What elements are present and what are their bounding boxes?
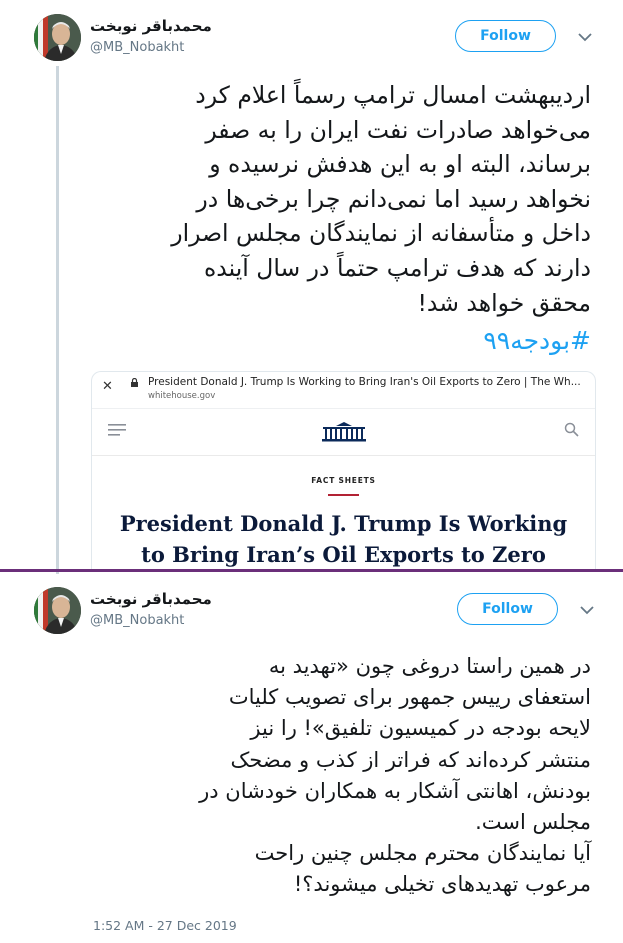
- chevron-down-icon[interactable]: [580, 605, 594, 615]
- tweet-text-line: بودنش، اهانتی آشکار به همکاران خودشان در: [199, 778, 591, 803]
- tweet-text: در همین راستا دروغی چون «تهدید به استعفا…: [199, 651, 591, 901]
- divider: [92, 455, 595, 456]
- tweet-text-line: اردیبهشت امسال ترامپ رسماً اعلام کرد: [195, 81, 591, 109]
- site-header: [92, 409, 595, 453]
- card-headline-line: to Bring Iran’s Oil Exports to Zero: [141, 542, 546, 567]
- screenshot-separator: [0, 569, 623, 572]
- card-browser-title: President Donald J. Trump Is Working to …: [148, 376, 581, 388]
- browser-bar: ✕ President Donald J. Trump Is Working t…: [92, 372, 595, 409]
- tweet-text-line: لایحه بودجه در کمیسیون تلفیق»! را نیز: [250, 716, 591, 741]
- avatar[interactable]: [34, 587, 81, 634]
- close-icon: ✕: [102, 379, 113, 394]
- author-name[interactable]: محمدباقر نوبخت: [90, 590, 212, 608]
- card-headline-line: President Donald J. Trump Is Working: [119, 511, 568, 536]
- tweet-text-line: دارند که هدف ترامپ حتماً در سال آینده: [204, 253, 591, 282]
- hashtag-link[interactable]: #بودجه۹۹: [483, 326, 591, 355]
- author-name[interactable]: محمدباقر نوبخت: [90, 17, 212, 35]
- author-handle[interactable]: @MB_Nobakht: [90, 613, 184, 628]
- chevron-down-icon[interactable]: [578, 32, 592, 42]
- tweet-timestamp[interactable]: 1:52 AM - 27 Dec 2019: [93, 918, 237, 933]
- tweet-1: محمدباقر نوبخت @MB_Nobakht Follow اردیبه…: [0, 0, 623, 574]
- follow-button[interactable]: Follow: [455, 20, 556, 52]
- tweet-text-line: در همین راستا دروغی چون «تهدید به: [268, 654, 591, 678]
- tweet-text-line: مجلس است.: [475, 810, 591, 835]
- tweet-text: اردیبهشت امسال ترامپ رسماً اعلام کرد می‌…: [171, 78, 591, 320]
- link-card[interactable]: ✕ President Donald J. Trump Is Working t…: [91, 371, 596, 572]
- white-house-logo-icon: [322, 422, 366, 442]
- tweet-2: محمدباقر نوبخت @MB_Nobakht Follow در همی…: [0, 573, 623, 943]
- tweet-text-line: نخواهد رسید اما نمی‌دانم چرا برخی‌ها در: [196, 184, 591, 213]
- search-icon: [564, 422, 579, 437]
- tweet-text-line: برساند، البته او به این هدفش نرسیده و: [209, 150, 591, 179]
- author-handle[interactable]: @MB_Nobakht: [90, 40, 184, 55]
- tweet-text-line: محقق خواهد شد!: [417, 288, 591, 317]
- section-rule: [328, 494, 359, 496]
- tweet-text-line: منتشر کرده‌اند که فراتر از کذب و مضحک: [230, 747, 591, 772]
- tweet-text-line: می‌خواهد صادرات نفت ایران را به صفر: [205, 115, 591, 144]
- lock-icon: [131, 378, 138, 387]
- card-headline: President Donald J. Trump Is Working to …: [92, 508, 595, 570]
- follow-button[interactable]: Follow: [457, 593, 558, 625]
- tweet-text-line: آیا نمایندگان محترم مجلس چنین راحت: [254, 841, 591, 866]
- menu-icon: [108, 424, 126, 436]
- tweet-text-line: مرعوب تهدیدهای تخیلی میشوند؟!: [293, 872, 591, 897]
- card-url: whitehouse.gov: [148, 391, 216, 401]
- avatar[interactable]: [34, 14, 81, 61]
- thread-connector: [56, 66, 59, 574]
- card-section-label: FACT SHEETS: [311, 476, 376, 485]
- tweet-text-line: استعفای رییس جمهور برای تصویب کلیات: [228, 685, 591, 710]
- tweet-text-line: داخل و متأسفانه از نمایندگان مجلس اصرار: [171, 219, 591, 248]
